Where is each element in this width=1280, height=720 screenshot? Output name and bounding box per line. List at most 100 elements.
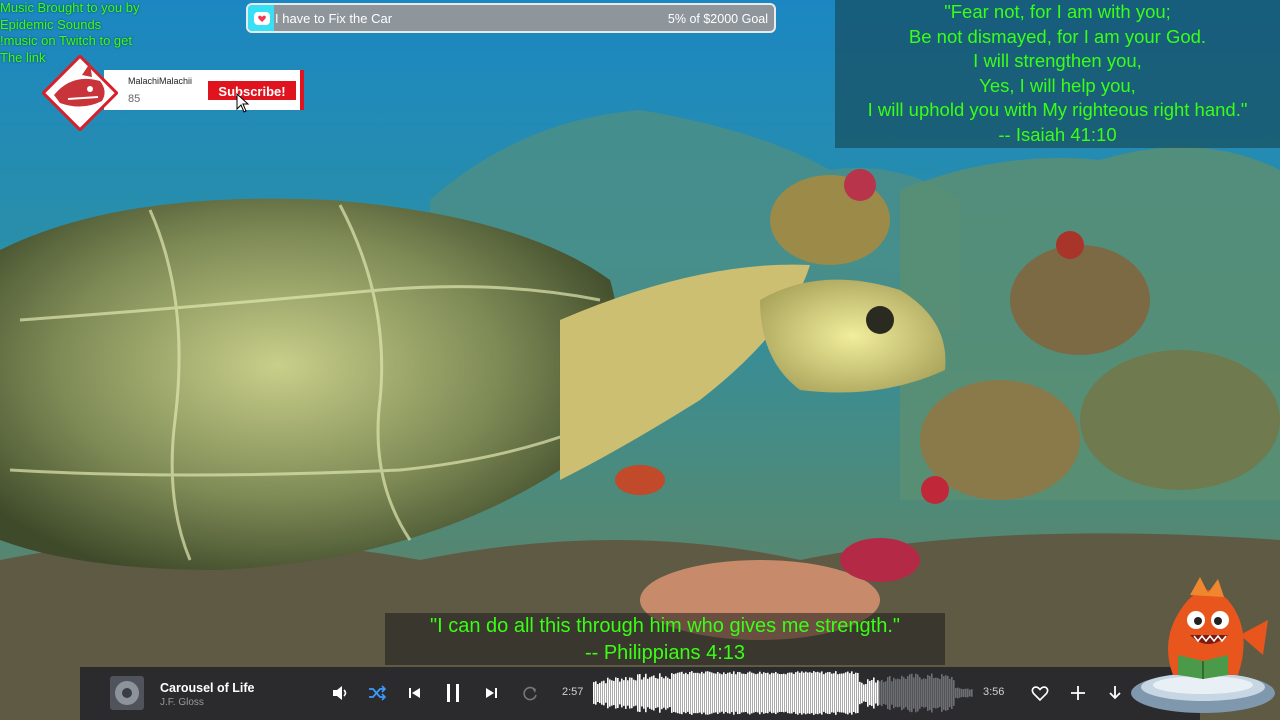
waveform-bar (705, 671, 707, 715)
waveform-bar (885, 681, 887, 705)
waveform-bar (637, 674, 639, 712)
subtitle-reference: -- Philippians 4:13 (584, 642, 746, 664)
waveform-bar (767, 672, 769, 714)
next-icon[interactable] (481, 683, 501, 703)
goal-amount: 5% of $2000 Goal (667, 12, 768, 26)
track-title[interactable]: Carousel of Life (160, 681, 254, 695)
waveform-bar (621, 678, 623, 708)
waveform-bar (707, 671, 709, 715)
waveform-bar (881, 679, 883, 707)
waveform-bar (875, 682, 877, 704)
verse-line: I will strengthen you, (973, 50, 1142, 72)
waveform-bar (629, 677, 631, 709)
waveform-bar (689, 672, 691, 714)
waveform-bar (721, 674, 723, 712)
total-duration: 3:56 (983, 686, 1005, 698)
waveform-bar (939, 679, 941, 707)
waveform-bar (795, 672, 797, 714)
waveform-bar (819, 672, 821, 714)
waveform-bar (959, 688, 961, 698)
waveform-bar (961, 688, 963, 698)
waveform-bar (803, 672, 805, 714)
waveform-bar (685, 672, 687, 714)
heart-icon[interactable] (1030, 683, 1050, 703)
waveform-bar (607, 677, 609, 709)
waveform-bar (857, 672, 859, 714)
previous-icon[interactable] (405, 683, 425, 703)
waveform-bar (665, 676, 667, 710)
waveform-bar (719, 673, 721, 713)
waveform-bar (971, 689, 973, 697)
waveform-bar (681, 671, 683, 715)
waveform-bar (831, 673, 833, 713)
credit-line: Music Brought to you by (0, 0, 140, 15)
goal-title: I have to Fix the Car (275, 11, 393, 26)
waveform-bar (953, 680, 955, 706)
subscribe-widget: MalachiMalachii 85 Subscribe! (42, 55, 304, 131)
waveform-bar (793, 673, 795, 713)
waveform-bar (635, 680, 637, 706)
subscribe-button[interactable]: Subscribe! (208, 81, 296, 100)
waveform-bar (821, 671, 823, 715)
waveform-seekbar[interactable] (593, 670, 973, 716)
waveform-bar (813, 671, 815, 715)
waveform-bar (861, 682, 863, 704)
track-artist[interactable]: J.F. Gloss (160, 697, 204, 708)
waveform-bar (697, 672, 699, 714)
waveform-bar (837, 674, 839, 712)
waveform-bar (905, 678, 907, 708)
pause-icon[interactable] (442, 682, 464, 704)
waveform-bar (595, 681, 597, 705)
waveform-bar (659, 673, 661, 713)
waveform-bar (747, 672, 749, 714)
waveform-bar (615, 677, 617, 709)
waveform-bar (633, 679, 635, 707)
repeat-icon[interactable] (520, 683, 540, 703)
waveform-bar (739, 672, 741, 714)
waveform-bar (677, 672, 679, 714)
waveform-bar (895, 679, 897, 707)
waveform-bar (913, 677, 915, 709)
waveform-bar (691, 671, 693, 715)
waveform-bar (839, 673, 841, 713)
waveform-bar (873, 677, 875, 709)
waveform-bar (893, 677, 895, 709)
album-cover[interactable] (110, 676, 144, 710)
waveform-bar (969, 689, 971, 697)
waveform-bar (937, 677, 939, 709)
download-icon[interactable] (1105, 683, 1125, 703)
waveform-bar (929, 675, 931, 711)
waveform-bar (597, 684, 599, 702)
mouse-cursor-icon (236, 93, 250, 113)
verse-line: I will uphold you with My righteous righ… (867, 99, 1248, 121)
waveform-bar (625, 677, 627, 709)
waveform-bar (729, 672, 731, 714)
credit-line: !music on Twitch to get (0, 33, 132, 48)
subtitle-quote: "I can do all this through him who gives… (430, 615, 900, 637)
waveform-bar (699, 673, 701, 713)
waveform-bar (847, 671, 849, 715)
waveform-bar (917, 674, 919, 712)
waveform-bar (701, 671, 703, 715)
waveform-bar (655, 677, 657, 709)
waveform-bar (963, 689, 965, 697)
waveform-bar (771, 672, 773, 714)
waveform-bar (877, 680, 879, 706)
waveform-bar (909, 674, 911, 712)
waveform-bar (899, 679, 901, 707)
waveform-bar (867, 679, 869, 707)
waveform-bar (643, 677, 645, 709)
waveform-bar (911, 673, 913, 713)
waveform-bar (687, 674, 689, 712)
volume-icon[interactable] (330, 683, 350, 703)
shuffle-icon[interactable] (367, 683, 387, 703)
waveform-bar (599, 682, 601, 704)
waveform-bar (601, 681, 603, 705)
verse-line: "Fear not, for I am with you; (944, 1, 1171, 22)
plus-icon[interactable] (1068, 683, 1088, 703)
waveform-bar (799, 672, 801, 714)
waveform-bar (891, 681, 893, 705)
channel-name: MalachiMalachii (128, 76, 193, 86)
waveform-bar (709, 671, 711, 715)
verse-subtitle: "I can do all this through him who gives… (385, 613, 945, 665)
